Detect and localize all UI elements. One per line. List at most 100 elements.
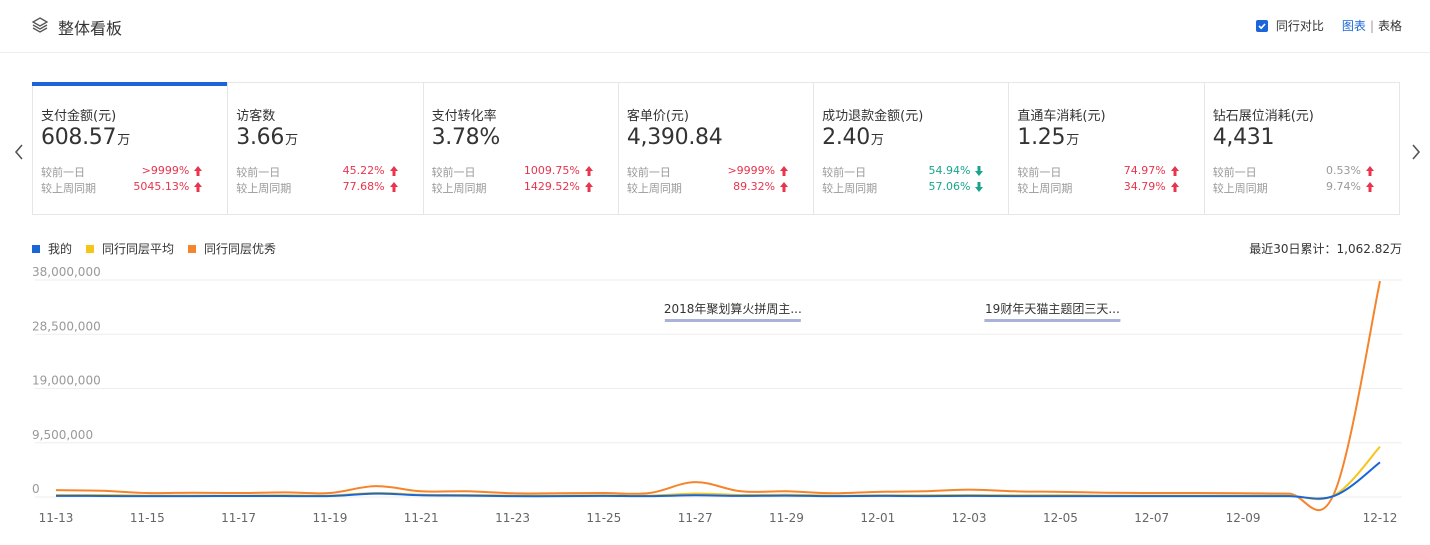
compare-week-label: 较上周同期 — [41, 182, 96, 195]
metric-value: 3.78% — [432, 125, 501, 150]
view-separator: | — [1369, 18, 1374, 33]
metric-card[interactable]: 直通车消耗(元) 1.25万 较前一日 74.97% 较上周同期 34.79% — [1009, 83, 1205, 214]
arrow-up-icon — [780, 166, 789, 176]
compare-week-value: 57.06% — [928, 180, 984, 193]
chart-annotation-label: 2018年聚划算火拼周主... — [664, 301, 802, 316]
compare-week-percent: 89.32% — [733, 180, 776, 193]
metric-value-number: 4,390.84 — [626, 125, 723, 150]
metric-value-number: 2.40 — [822, 125, 870, 150]
compare-day-value: 45.22% — [342, 164, 398, 177]
metric-card[interactable]: 钻石展位消耗(元) 4,431 较前一日 0.53% 较上周同期 9.74% — [1205, 83, 1399, 214]
arrow-up-icon — [584, 166, 593, 176]
legend-item[interactable]: 同行同层平均 — [86, 240, 174, 257]
compare-day-value: >9999% — [727, 164, 789, 177]
view-chart-toggle[interactable]: 图表 — [1342, 17, 1366, 34]
x-tick-label: 12-03 — [952, 511, 987, 525]
chart-annotation-label: 19财年天猫主题团三天... — [985, 302, 1120, 316]
compare-week-percent: 77.68% — [342, 180, 385, 193]
y-tick-label: 9,500,000 — [32, 428, 93, 442]
arrow-up-icon — [1365, 166, 1374, 176]
chart-annotation-underline — [984, 319, 1121, 322]
metric-card[interactable]: 访客数 3.66万 较前一日 45.22% 较上周同期 77.68% — [228, 83, 424, 214]
metric-value-number: 1.25 — [1017, 125, 1066, 150]
compare-week-percent: 9.74% — [1326, 180, 1361, 193]
trend-chart: 0 9,500,000 19,000,000 28,500,000 38,000,000… — [32, 265, 1402, 525]
x-tick-label: 11-27 — [678, 511, 713, 525]
compare-day-percent: 54.94% — [928, 164, 971, 177]
compare-week-value: 34.79% — [1124, 180, 1179, 193]
compare-day-percent: 45.22% — [342, 164, 385, 177]
y-tick-label: 19,000,000 — [32, 374, 101, 388]
metric-value: 4,431 — [1213, 125, 1275, 150]
legend-label: 同行同层平均 — [102, 242, 175, 256]
compare-week-percent: 1429.52% — [523, 180, 580, 193]
metric-card[interactable]: 客单价(元) 4,390.84 较前一日 >9999% 较上周同期 89.32% — [619, 83, 815, 214]
compare-day-value: 74.97% — [1124, 164, 1179, 177]
compare-day-label: 较前一日 — [236, 166, 281, 179]
x-tick-label: 12-07 — [1134, 511, 1169, 525]
x-tick-label: 12-05 — [1043, 511, 1078, 525]
prev-arrow-button[interactable] — [12, 142, 26, 162]
x-tick-label: 11-13 — [39, 511, 74, 525]
metric-card[interactable]: 成功退款金额(元) 2.40万 较前一日 54.94% 较上周同期 57.06% — [814, 83, 1010, 214]
compare-day-percent: 0.53% — [1326, 164, 1361, 177]
metric-value-number: 4,431 — [1212, 125, 1275, 150]
y-tick-label: 28,500,000 — [32, 319, 101, 333]
arrow-up-icon — [1170, 182, 1179, 192]
metric-label: 直通车消耗(元) — [1017, 109, 1106, 124]
view-table-toggle[interactable]: 表格 — [1378, 17, 1402, 34]
legend-swatch — [32, 244, 40, 253]
arrow-up-icon — [389, 166, 398, 176]
compare-week-label: 较上周同期 — [431, 182, 487, 195]
arrow-up-icon — [780, 182, 789, 192]
metric-unit: 万 — [117, 133, 130, 148]
compare-day-percent: >9999% — [141, 164, 190, 177]
compare-week-label: 较上周同期 — [626, 182, 682, 195]
metric-unit: 万 — [870, 133, 884, 148]
compare-week-value: 1429.52% — [523, 180, 593, 193]
compare-day-value: >9999% — [141, 164, 203, 177]
arrow-down-icon — [975, 182, 984, 192]
metric-label: 支付金额(元) — [41, 109, 117, 124]
compare-checkbox[interactable] — [1255, 19, 1268, 32]
x-tick-label: 11-21 — [404, 511, 439, 525]
metric-card[interactable]: 支付金额(元) 608.57万 较前一日 >9999% 较上周同期 5045.1… — [31, 82, 229, 214]
compare-day-label: 较前一日 — [626, 166, 671, 179]
total-30-days: 最近30日累计：1,062.82万 — [1249, 242, 1402, 256]
chart-annotation-underline — [664, 319, 801, 322]
legend-swatch — [86, 244, 95, 253]
metric-label: 客单价(元) — [626, 109, 689, 124]
x-tick-label: 11-15 — [130, 511, 165, 525]
check-icon — [1258, 22, 1266, 29]
compare-day-value: 1009.75% — [524, 164, 593, 177]
metric-value-number: 3.78% — [431, 125, 501, 150]
metric-label: 访客数 — [236, 109, 276, 124]
chevron-right-icon — [1412, 144, 1421, 160]
y-tick-label: 38,000,000 — [32, 265, 101, 279]
compare-label[interactable]: 同行对比 — [1276, 17, 1324, 34]
compare-day-label: 较前一日 — [822, 166, 867, 179]
next-arrow-button[interactable] — [1409, 142, 1423, 162]
compare-day-label: 较前一日 — [431, 166, 476, 179]
x-tick-label: 11-19 — [312, 511, 347, 525]
legend-item[interactable]: 同行同层优秀 — [188, 240, 276, 257]
header-controls: 同行对比 图表 | 表格 — [1255, 17, 1402, 34]
compare-week-label: 较上周同期 — [1017, 182, 1073, 195]
arrow-up-icon — [584, 182, 593, 192]
metric-label: 钻石展位消耗(元) — [1212, 109, 1314, 124]
metric-value: 608.57万 — [41, 125, 130, 150]
compare-day-value: 54.94% — [928, 164, 984, 177]
compare-day-value: 0.53% — [1326, 164, 1374, 177]
metric-unit: 万 — [285, 133, 298, 148]
compare-day-percent: >9999% — [727, 164, 776, 177]
y-tick-label: 0 — [32, 482, 40, 496]
dashboard-header: 整体看板 同行对比 图表 | 表格 — [0, 0, 1430, 53]
arrow-up-icon — [194, 182, 203, 192]
x-tick-label: 12-01 — [860, 511, 895, 525]
metric-card[interactable]: 支付转化率 3.78% 较前一日 1009.75% 较上周同期 1429.52% — [424, 83, 619, 214]
legend-item[interactable]: 我的 — [32, 240, 72, 257]
compare-day-label: 较前一日 — [41, 166, 85, 179]
series-line — [55, 446, 1381, 501]
legend-swatch — [188, 244, 197, 253]
arrow-down-icon — [975, 166, 984, 176]
